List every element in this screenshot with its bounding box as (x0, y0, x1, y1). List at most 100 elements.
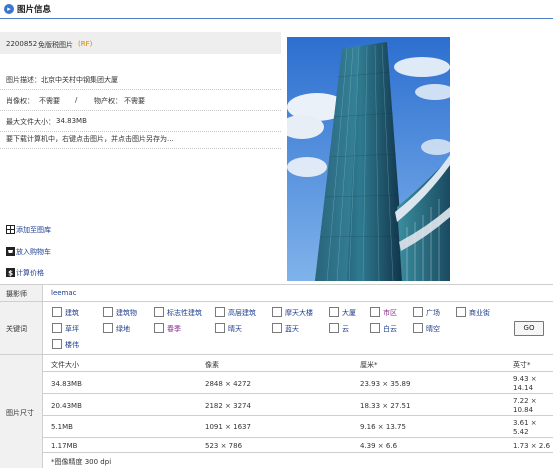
keyword-label[interactable]: 晴天 (228, 324, 242, 334)
page-title: 图片信息 (17, 5, 52, 15)
col-header-pixels: 像素 (205, 361, 219, 369)
row-divider (42, 452, 553, 453)
keyword-checkbox[interactable] (413, 323, 423, 333)
keyword-checkbox[interactable] (456, 307, 466, 317)
cart-icon (6, 247, 15, 256)
keyword-checkbox[interactable] (413, 307, 423, 317)
size-cell: 1.73 × 2.6 (513, 442, 551, 450)
size-cell: 4.39 × 6.6 (360, 442, 398, 450)
svg-text:$: $ (8, 269, 13, 277)
label-column (0, 284, 42, 468)
keyword-label[interactable]: 春季 (167, 324, 181, 334)
keyword-label[interactable]: 高层建筑 (228, 308, 256, 318)
keyword-label[interactable]: 白云 (383, 324, 397, 334)
size-cell: 18.33 × 27.51 (360, 402, 411, 410)
dpi-note: *图像精度 300 dpi (51, 458, 112, 466)
go-button[interactable]: GO (514, 321, 544, 336)
col-header-inch: 英寸* (513, 361, 531, 369)
photographer-label: 摄影师 (6, 290, 27, 298)
size-cell: 9.16 × 13.75 (360, 423, 406, 431)
calc-price-link[interactable]: $ 计算价格 (6, 268, 44, 278)
header-divider (0, 18, 553, 19)
property-label: 物产权： (94, 97, 122, 105)
size-cell: 7.22 × 10.84 (513, 397, 537, 414)
keyword-label[interactable]: 大厦 (342, 308, 356, 318)
image-description: 图片描述：北京中关村中钢集团大厦 (6, 76, 118, 84)
sizes-label: 图片尺寸 (6, 409, 34, 417)
property-value: 不需要 (124, 97, 145, 105)
max-size-value: 34.83MB (56, 117, 87, 125)
keyword-checkbox[interactable] (329, 307, 339, 317)
divider (0, 354, 553, 355)
license-code: (RF) (78, 40, 93, 48)
keyword-checkbox[interactable] (215, 323, 225, 333)
section-header: ▸ 图片信息 (0, 0, 553, 18)
size-cell: 34.83MB (51, 380, 82, 388)
keyword-label[interactable]: 蓝天 (285, 324, 299, 334)
size-cell: 20.43MB (51, 402, 82, 410)
size-cell: 523 × 786 (205, 442, 243, 450)
size-cell: 2182 × 3274 (205, 402, 251, 410)
rights-separator: / (75, 96, 78, 104)
keyword-label[interactable]: 广场 (426, 308, 440, 318)
keyword-checkbox[interactable] (370, 323, 380, 333)
size-cell: 2848 × 4272 (205, 380, 251, 388)
keyword-checkbox[interactable] (52, 307, 62, 317)
price-icon: $ (6, 268, 15, 277)
portrait-value: 不需要 (39, 97, 60, 105)
keyword-label[interactable]: 商业街 (469, 308, 490, 318)
keyword-checkbox[interactable] (103, 323, 113, 333)
size-cell: 23.93 × 35.89 (360, 380, 411, 388)
photo-image (287, 37, 450, 281)
license-type: 免版税图片 (38, 41, 73, 49)
add-to-cart-link[interactable]: 放入购物车 (6, 247, 51, 257)
keyword-checkbox[interactable] (154, 323, 164, 333)
keyword-label[interactable]: 标志性建筑 (167, 308, 202, 318)
add-to-cart-label: 放入购物车 (16, 248, 51, 256)
image-id-row: 2200852 免版税图片 (RF) (0, 32, 281, 54)
row-divider (42, 371, 553, 372)
calc-price-label: 计算价格 (16, 269, 44, 277)
arrow-icon: ▸ (4, 4, 14, 14)
size-cell: 9.43 × 14.14 (513, 375, 537, 392)
keyword-checkbox[interactable] (370, 307, 380, 317)
keyword-checkbox[interactable] (272, 307, 282, 317)
keyword-label[interactable]: 晴空 (426, 324, 440, 334)
keyword-checkbox[interactable] (154, 307, 164, 317)
download-hint: 要下载计算机中，右键点击图片，并点击图片另存为... (6, 135, 174, 143)
add-to-gallery-link[interactable]: 添加至图库 (6, 225, 51, 235)
photographer-name[interactable]: leemac (51, 289, 77, 297)
keyword-label[interactable]: 云 (342, 324, 349, 334)
row-divider (42, 393, 553, 394)
size-cell: 1.17MB (51, 442, 78, 450)
keyword-label[interactable]: 摩天大楼 (285, 308, 313, 318)
add-to-gallery-label: 添加至图库 (16, 226, 51, 234)
size-cell: 5.1MB (51, 423, 73, 431)
keyword-label[interactable]: 市区 (383, 308, 397, 318)
download-hint-row: 要下载计算机中，右键点击图片，并点击图片另存为... (0, 127, 281, 149)
keyword-checkbox[interactable] (103, 307, 113, 317)
keyword-checkbox[interactable] (52, 339, 62, 349)
keyword-label[interactable]: 建筑 (65, 308, 79, 318)
portrait-label: 肖像权： (6, 97, 34, 105)
building-photo[interactable] (287, 37, 450, 281)
max-size-label: 最大文件大小： (6, 118, 55, 126)
keyword-label[interactable]: 楼伟 (65, 340, 79, 350)
col-header-cm: 厘米* (360, 361, 378, 369)
keywords-label: 关键词 (6, 325, 27, 333)
keyword-checkbox[interactable] (52, 323, 62, 333)
keyword-checkbox[interactable] (329, 323, 339, 333)
divider (0, 284, 553, 285)
size-cell: 1091 × 1637 (205, 423, 251, 431)
size-cell: 3.61 × 5.42 (513, 419, 537, 436)
keyword-checkbox[interactable] (215, 307, 225, 317)
gallery-icon (6, 225, 15, 234)
keyword-label[interactable]: 绿地 (116, 324, 130, 334)
rights-row: 肖像权： 不需要 / 物产权： 不需要 (0, 89, 281, 111)
keyword-checkbox[interactable] (272, 323, 282, 333)
divider (0, 301, 553, 302)
row-divider (42, 437, 553, 438)
keyword-label[interactable]: 草坪 (65, 324, 79, 334)
keyword-label[interactable]: 建筑物 (116, 308, 137, 318)
col-header-filesize: 文件大小 (51, 361, 79, 369)
